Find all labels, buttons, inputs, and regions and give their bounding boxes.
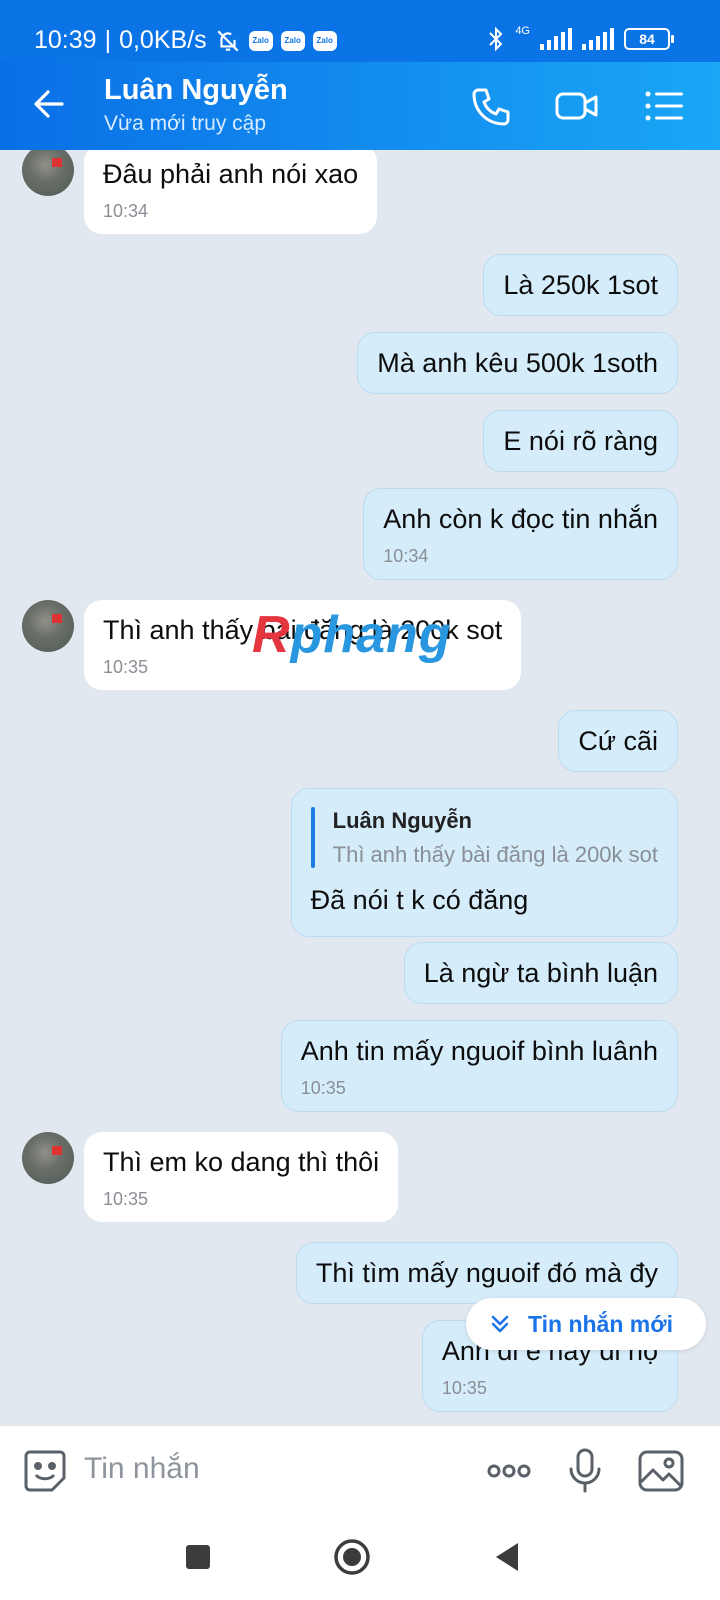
message-time: 10:35 (441, 1377, 487, 1398)
sticker-icon[interactable] (20, 1446, 70, 1496)
quoted-author: Luân Nguyễn (332, 808, 472, 833)
microphone-icon[interactable] (560, 1446, 610, 1496)
message-outgoing[interactable]: Là ngừ ta bình luận (403, 942, 678, 1004)
image-gallery-icon[interactable] (636, 1446, 686, 1496)
message-list[interactable]: Đâu phải anh nói xao 10:34 Là 250k 1sot M… (0, 150, 720, 1425)
back-arrow-icon[interactable] (28, 82, 72, 126)
message-time: 10:34 (383, 545, 429, 566)
quoted-text: Thì anh thấy bài đăng là 200k sot (332, 841, 658, 867)
avatar[interactable] (22, 150, 74, 196)
message-text: Là ngừ ta bình luận (423, 958, 658, 988)
message-time: 10:35 (103, 1188, 149, 1209)
signal-icon (540, 28, 572, 50)
message-outgoing[interactable]: Là 250k 1sot (483, 254, 678, 316)
message-outgoing[interactable]: Cứ cãi (558, 710, 678, 772)
video-call-icon[interactable] (553, 82, 601, 130)
new-message-button[interactable]: Tin nhắn mới (466, 1298, 706, 1350)
message-time: 10:35 (300, 1077, 346, 1098)
message-text: Thì tìm mấy nguoif đó mà đy (315, 1258, 658, 1288)
watermark-logo: Rphang (252, 606, 452, 664)
system-navigation-bar (0, 1515, 720, 1600)
message-text: Anh tin mấy nguoif bình luânh (300, 1036, 658, 1066)
message-text: Cứ cãi (578, 726, 658, 756)
zalo-notification-icon: Zalo (312, 30, 337, 51)
message-outgoing[interactable]: Anh còn k đọc tin nhắn 10:34 (363, 488, 678, 581)
message-outgoing[interactable]: Anh tin mấy nguoif bình luânh 10:35 (280, 1020, 678, 1113)
battery-icon: 84 (624, 28, 674, 50)
status-time: 10:39 (34, 26, 97, 54)
message-time: 10:34 (103, 200, 149, 221)
new-message-label: Tin nhắn mới (528, 1310, 673, 1337)
contact-status: Vừa mới truy cập (104, 112, 267, 135)
more-options-icon[interactable] (484, 1446, 534, 1496)
message-text: Là 250k 1sot (503, 270, 658, 300)
message-text: Mà anh kêu 500k 1soth (377, 348, 658, 378)
avatar[interactable] (22, 600, 74, 652)
home-icon[interactable] (330, 1535, 374, 1579)
phone-call-icon[interactable] (468, 82, 516, 130)
message-input[interactable]: Tin nhắn (84, 1452, 200, 1486)
menu-list-icon[interactable] (640, 82, 688, 130)
message-incoming[interactable]: Thì em ko dang thì thôi 10:35 (84, 1132, 399, 1223)
message-outgoing[interactable]: Thì tìm mấy nguoif đó mà đy (295, 1242, 678, 1304)
message-outgoing[interactable]: Mà anh kêu 500k 1soth (357, 332, 678, 394)
status-right: 4G 84 (487, 25, 674, 52)
network-type: 4G (515, 25, 530, 37)
message-text: Đâu phải anh nói xao (103, 159, 359, 189)
bluetooth-icon (489, 26, 503, 52)
recent-apps-icon[interactable] (176, 1535, 220, 1579)
chat-header: Luân Nguyễn Vừa mới truy cập (0, 62, 720, 150)
message-reply[interactable]: Luân Nguyễn Thì anh thấy bài đăng là 200… (290, 788, 678, 937)
message-text: E nói rõ ràng (503, 426, 658, 456)
status-left: 10:39 | 0,0KB/s Zalo Zalo Zalo (34, 26, 337, 55)
double-chevron-down-icon (491, 1315, 509, 1333)
back-triangle-icon[interactable] (486, 1535, 530, 1579)
quoted-message[interactable]: Luân Nguyễn Thì anh thấy bài đăng là 200… (310, 807, 658, 868)
bell-muted-icon (217, 29, 239, 52)
zalo-notification-icon: Zalo (280, 30, 305, 51)
contact-name[interactable]: Luân Nguyễn (104, 74, 288, 107)
message-text: Thì em ko dang thì thôi (103, 1147, 380, 1177)
signal-icon (582, 28, 614, 50)
zalo-notification-icon: Zalo (248, 30, 273, 51)
message-input-bar: Tin nhắn (0, 1425, 720, 1515)
avatar[interactable] (22, 1132, 74, 1184)
message-text: Anh còn k đọc tin nhắn (383, 504, 658, 534)
message-text: Đã nói t k có đăng (310, 885, 529, 915)
status-bar: 10:39 | 0,0KB/s Zalo Zalo Zalo 4G 84 (0, 0, 720, 62)
network-speed: 0,0KB/s (119, 26, 207, 54)
message-incoming[interactable]: Đâu phải anh nói xao 10:34 (84, 150, 378, 235)
message-outgoing[interactable]: E nói rõ ràng (483, 410, 678, 472)
